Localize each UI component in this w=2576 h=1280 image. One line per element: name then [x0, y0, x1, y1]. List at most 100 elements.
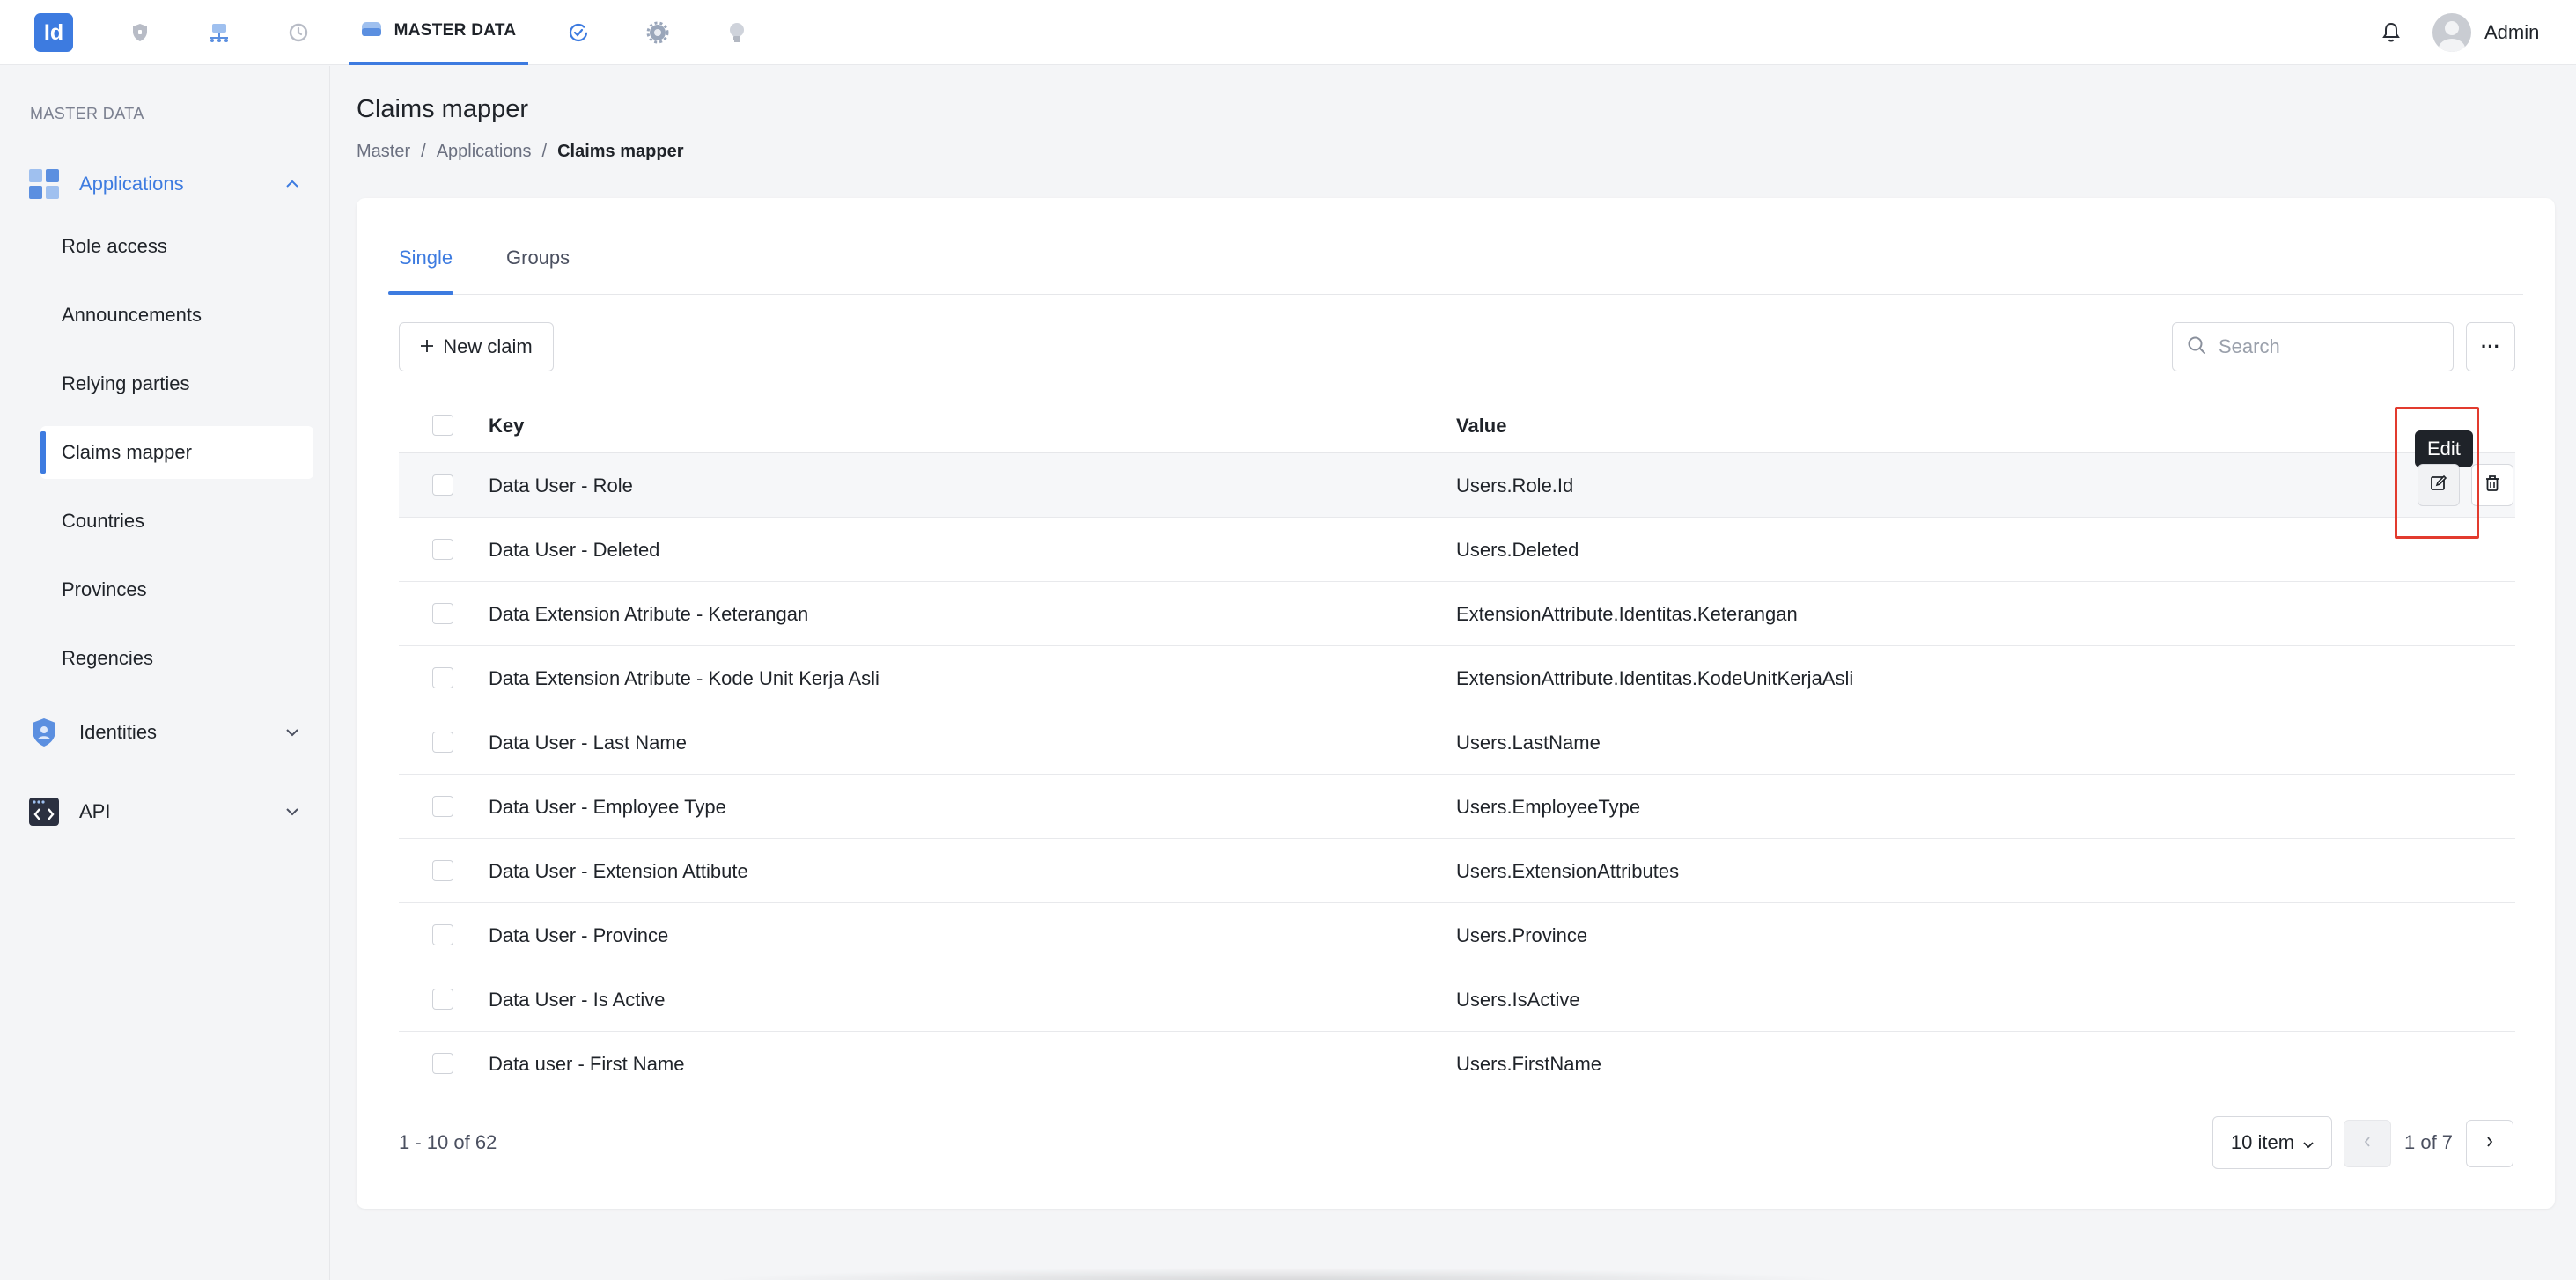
table-row[interactable]: Data User - Extension Attibute Users.Ext…: [399, 839, 2515, 903]
table-row[interactable]: Data User - Province Users.Province: [399, 903, 2515, 967]
sidebar-item-claims-mapper[interactable]: Claims mapper: [40, 426, 313, 479]
row-checkbox[interactable]: [432, 667, 453, 688]
new-claim-label: New claim: [443, 335, 533, 357]
row-checkbox[interactable]: [432, 603, 453, 624]
row-checkbox[interactable]: [432, 924, 453, 945]
bulb-icon[interactable]: [720, 16, 754, 49]
per-page-label: 10 item: [2230, 1131, 2295, 1153]
sidebar-item-announcements[interactable]: Announcements: [40, 289, 313, 342]
bell-icon[interactable]: [2375, 17, 2407, 48]
breadcrumb-separator: /: [541, 142, 548, 161]
avatar[interactable]: [2432, 13, 2471, 52]
breadcrumb-current: Claims mapper: [557, 142, 684, 161]
row-checkbox[interactable]: [432, 474, 453, 496]
row-checkbox[interactable]: [432, 796, 453, 817]
search-input[interactable]: [2219, 335, 2430, 358]
delete-button[interactable]: [2471, 464, 2513, 506]
tab-single[interactable]: Single: [399, 246, 453, 269]
search-box[interactable]: [2172, 322, 2454, 371]
content-card: Single Groups New claim ··· Key Value Da…: [357, 198, 2555, 1209]
table-row[interactable]: Data User - Is Active Users.IsActive: [399, 967, 2515, 1032]
sidebar-item-provinces[interactable]: Provinces: [40, 563, 313, 616]
network-icon[interactable]: [202, 16, 236, 49]
previous-page-button[interactable]: [2344, 1120, 2391, 1167]
cell-key: Data User - Deleted: [489, 539, 660, 561]
sidebar-item-role-access[interactable]: Role access: [40, 220, 313, 273]
cell-key: Data User - Extension Attibute: [489, 860, 748, 882]
table-row[interactable]: Data User - Deleted Users.Deleted: [399, 518, 2515, 582]
shield-icon[interactable]: [123, 16, 157, 49]
table-row[interactable]: Data User - Employee Type Users.Employee…: [399, 775, 2515, 839]
cell-value: ExtensionAttribute.Identitas.Keterangan: [1456, 603, 1798, 625]
chevron-down-icon[interactable]: [282, 722, 303, 743]
history-icon[interactable]: [282, 16, 315, 49]
table-header: Key Value: [399, 397, 2515, 453]
pagination-range: 1 - 10 of 62: [399, 1131, 497, 1153]
cell-key: Data Extension Atribute - Kode Unit Kerj…: [489, 667, 880, 689]
cell-key: Data User - Is Active: [489, 989, 666, 1011]
page-indicator: 1 of 7: [2404, 1131, 2454, 1153]
row-checkbox[interactable]: [432, 732, 453, 753]
next-page-button[interactable]: [2466, 1120, 2513, 1167]
cell-value: Users.EmployeeType: [1456, 796, 1641, 818]
applications-icon: [26, 166, 62, 202]
code-window-icon: [26, 794, 62, 829]
sidebar-group-label: Identities: [79, 721, 158, 743]
chevron-right-icon: [2486, 1136, 2493, 1151]
table-row[interactable]: Data User - Last Name Users.LastName: [399, 710, 2515, 775]
sidebar-item-relying-parties[interactable]: Relying parties: [40, 357, 313, 410]
cell-value: Users.Deleted: [1456, 539, 1579, 561]
row-checkbox[interactable]: [432, 1053, 453, 1074]
breadcrumb: Master / Applications / Claims mapper: [357, 142, 683, 162]
sidebar-item-regencies[interactable]: Regencies: [40, 632, 313, 685]
chevron-up-icon[interactable]: [282, 173, 303, 195]
sidebar-item-label: Claims mapper: [62, 441, 192, 463]
table-row[interactable]: Data Extension Atribute - Kode Unit Kerj…: [399, 646, 2515, 710]
table-row[interactable]: Data Extension Atribute - Keterangan Ext…: [399, 582, 2515, 646]
cell-value: Users.ExtensionAttributes: [1456, 860, 1680, 882]
table-row[interactable]: Data User - Role Users.Role.Id Edit: [399, 430, 2515, 518]
check-circle-icon[interactable]: [562, 16, 595, 49]
claims-table: Key Value Data User - Role Users.Role.Id…: [399, 397, 2515, 1096]
column-header-value[interactable]: Value: [1456, 415, 1506, 438]
chevron-down-icon[interactable]: [282, 801, 303, 822]
tab-groups[interactable]: Groups: [506, 246, 570, 269]
nav-tab-master-data[interactable]: MASTER DATA: [349, 0, 528, 65]
row-checkbox[interactable]: [432, 860, 453, 881]
breadcrumb-item[interactable]: Applications: [437, 142, 532, 162]
row-checkbox[interactable]: [432, 989, 453, 1010]
sidebar-group-applications[interactable]: Applications: [26, 159, 308, 209]
active-tab-indicator: [388, 291, 453, 295]
select-all-checkbox[interactable]: [432, 415, 453, 436]
cell-value: ExtensionAttribute.Identitas.KodeUnitKer…: [1456, 667, 1854, 689]
sidebar-item-countries[interactable]: Countries: [40, 495, 313, 548]
row-checkbox[interactable]: [432, 539, 453, 560]
table-row[interactable]: Data user - First Name Users.FirstName: [399, 1032, 2515, 1096]
edit-button[interactable]: [2418, 464, 2460, 506]
cell-value: Users.Province: [1456, 924, 1588, 946]
cell-value: Users.LastName: [1456, 732, 1601, 754]
chevron-down-icon: [2303, 1131, 2314, 1154]
cell-value: Users.FirstName: [1456, 1053, 1602, 1075]
database-icon: [361, 19, 382, 43]
breadcrumb-item[interactable]: Master: [357, 142, 410, 162]
cell-value: Users.IsActive: [1456, 989, 1580, 1011]
items-per-page-select[interactable]: 10 item: [2212, 1116, 2332, 1169]
cell-key: Data User - Last Name: [489, 732, 687, 754]
trash-icon: [2484, 474, 2500, 497]
sidebar-group-identities[interactable]: Identities: [26, 708, 308, 757]
more-options-button[interactable]: ···: [2466, 322, 2515, 371]
gear-icon[interactable]: [641, 16, 674, 49]
user-name[interactable]: Admin: [2484, 21, 2539, 44]
cell-key: Data User - Role: [489, 474, 633, 497]
sidebar-item-label: Relying parties: [62, 372, 190, 394]
tab-bar: Single Groups: [388, 198, 2523, 295]
breadcrumb-separator: /: [421, 142, 426, 161]
column-header-key[interactable]: Key: [489, 415, 524, 438]
chevron-left-icon: [2364, 1136, 2371, 1151]
sidebar-item-label: Announcements: [62, 304, 202, 326]
new-claim-button[interactable]: New claim: [399, 322, 554, 371]
sidebar-group-api[interactable]: API: [26, 787, 308, 836]
page-title: Claims mapper: [357, 95, 528, 123]
app-logo[interactable]: Id: [34, 13, 73, 52]
